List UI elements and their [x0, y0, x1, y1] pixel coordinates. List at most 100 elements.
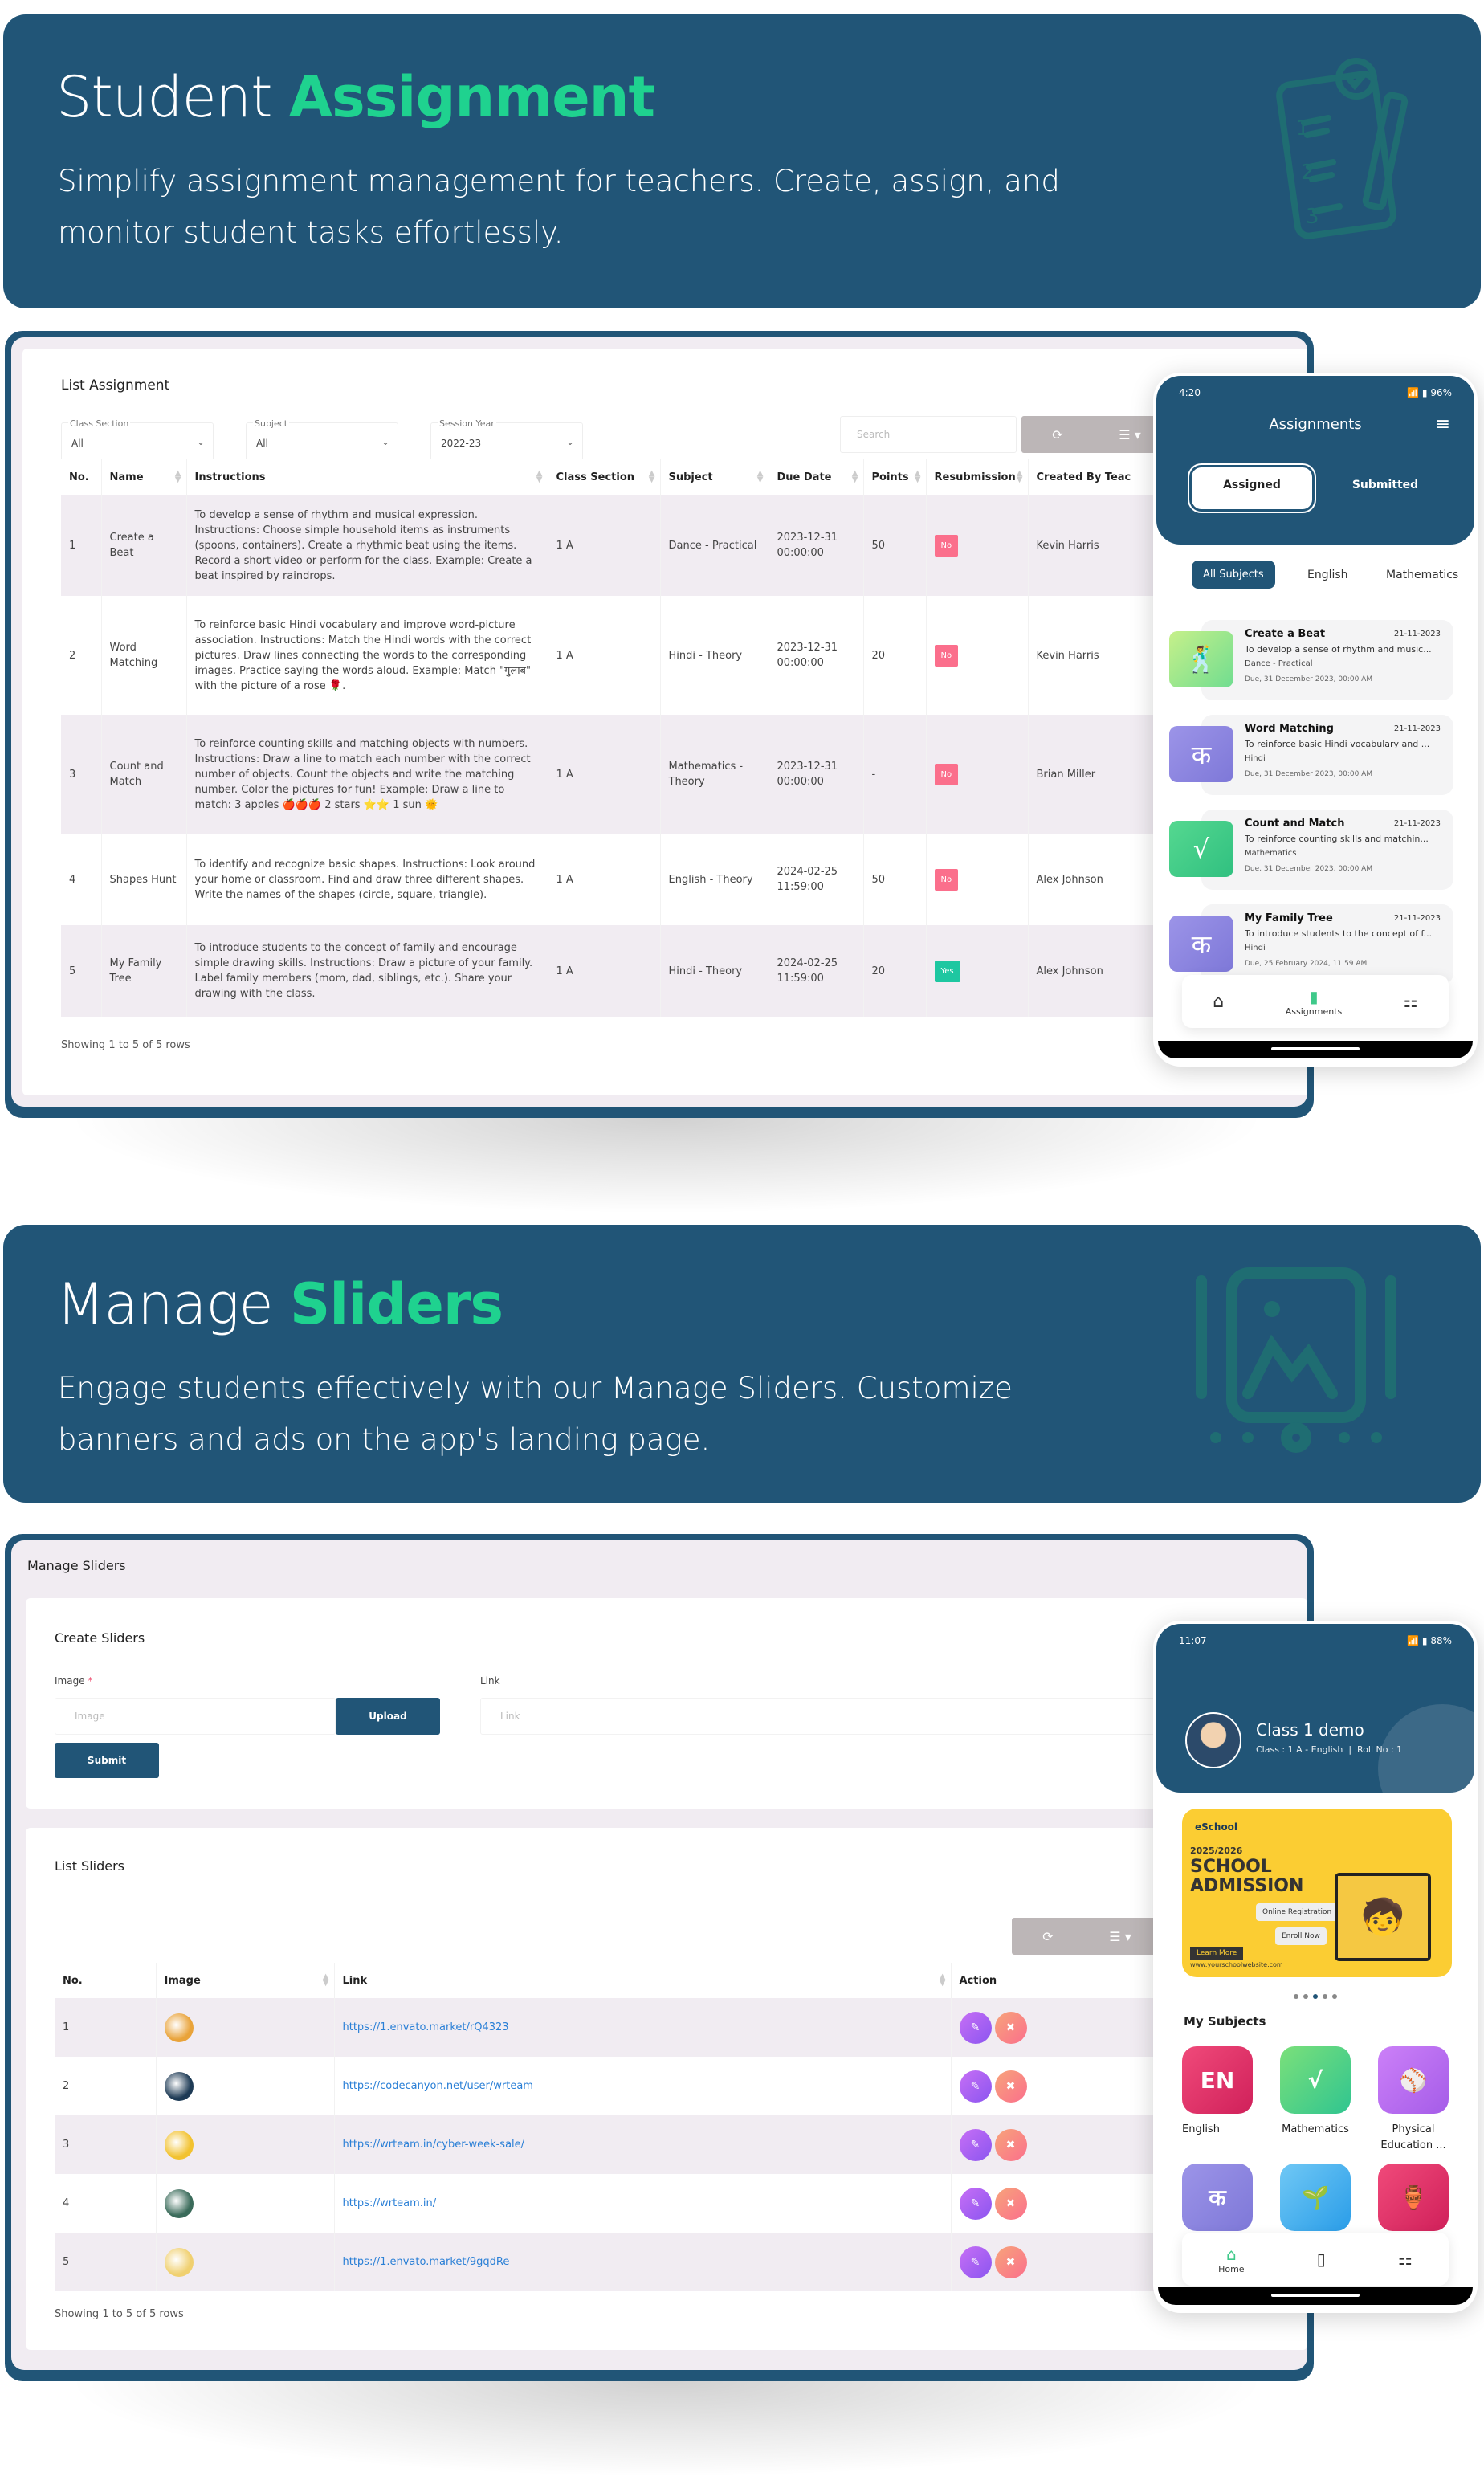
- card-due: Due, 31 December 2023, 00:00 AM: [1245, 865, 1373, 873]
- slider-thumbnail[interactable]: [164, 2130, 194, 2160]
- image-placeholder: Image: [75, 1711, 105, 1722]
- assignment-card[interactable]: क Word Matching 21-11-2023 To reinforce …: [1169, 715, 1462, 795]
- chip-all-subjects[interactable]: All Subjects: [1192, 561, 1275, 589]
- card-subject: Hindi: [1245, 944, 1266, 952]
- col-image[interactable]: Image ▲ ▼: [156, 1963, 335, 1998]
- chip-english[interactable]: English: [1307, 569, 1348, 581]
- banner-cta-enroll: Enroll Now: [1275, 1927, 1327, 1945]
- tab-assigned[interactable]: Assigned: [1192, 467, 1312, 509]
- carousel-dot-active[interactable]: [1313, 1994, 1318, 1999]
- col-subject[interactable]: Subject ▲ ▼: [660, 459, 769, 495]
- filter-icon[interactable]: ≡: [1436, 414, 1450, 434]
- subject-hindi[interactable]: क: [1182, 2164, 1253, 2231]
- subject-english[interactable]: EN English: [1182, 2046, 1253, 2138]
- upload-button[interactable]: Upload: [336, 1698, 440, 1735]
- student-assignment-banner: Student Assignment Simplify assignment m…: [3, 14, 1481, 308]
- slider-link[interactable]: https://1.envato.market/9gqdRe: [343, 2256, 510, 2268]
- status-time: 4:20: [1179, 387, 1201, 398]
- refresh-icon[interactable]: ⟳: [1012, 1929, 1084, 1944]
- cell-name: My Family Tree: [101, 925, 187, 1017]
- nav-more[interactable]: ⚏: [1398, 2249, 1413, 2269]
- carousel-dots: [1153, 1987, 1478, 2002]
- assignment-card[interactable]: √ Count and Match 21-11-2023 To reinforc…: [1169, 810, 1462, 890]
- status-time: 11:07: [1179, 1635, 1207, 1646]
- subject-physical-education[interactable]: ⚾ Physical Education ...: [1378, 2046, 1449, 2154]
- delete-button[interactable]: ✖: [994, 2187, 1027, 2220]
- delete-button[interactable]: ✖: [994, 2011, 1027, 2044]
- assignment-card[interactable]: क My Family Tree 21-11-2023 To introduce…: [1169, 904, 1462, 985]
- image-slider-icon: [1196, 1267, 1396, 1453]
- submit-button[interactable]: Submit: [55, 1743, 159, 1778]
- slider-thumbnail[interactable]: [164, 2013, 194, 2042]
- session-year-filter[interactable]: Session Year 2022-23 ⌄: [430, 418, 583, 461]
- delete-button[interactable]: ✖: [994, 2245, 1027, 2278]
- col-name[interactable]: Name ▲ ▼: [101, 459, 187, 495]
- cell-subject: Mathematics - Theory: [660, 715, 769, 834]
- card-subject: Hindi: [1245, 754, 1266, 763]
- cell-points: -: [863, 715, 927, 834]
- chip-mathematics[interactable]: Mathematics: [1386, 569, 1458, 581]
- cell-no: 3: [61, 715, 102, 834]
- col-label: Due Date: [777, 471, 832, 483]
- book-icon: ▯: [1316, 2249, 1326, 2269]
- subject-art[interactable]: 🏺: [1378, 2164, 1449, 2231]
- tab-submitted[interactable]: Submitted: [1325, 467, 1445, 509]
- slider-link[interactable]: https://1.envato.market/rQ4323: [343, 2021, 509, 2033]
- refresh-icon[interactable]: ⟳: [1021, 427, 1094, 443]
- student-name: Class 1 demo: [1256, 1720, 1364, 1740]
- col-no[interactable]: No.: [61, 459, 102, 495]
- slider-thumbnail[interactable]: [164, 2247, 194, 2277]
- edit-button[interactable]: ✎: [959, 2070, 992, 2103]
- slider-thumbnail[interactable]: [164, 2071, 194, 2101]
- svg-text:1: 1: [1296, 116, 1310, 141]
- slider-link[interactable]: https://wrteam.in/: [343, 2197, 437, 2209]
- col-resubmission[interactable]: Resubmission ▲ ▼: [926, 459, 1029, 495]
- edit-button[interactable]: ✎: [959, 2187, 992, 2220]
- slider-banner[interactable]: eSchool 2025/2026 SCHOOL ADMISSION Onlin…: [1182, 1809, 1452, 1977]
- carousel-dot[interactable]: [1323, 1994, 1327, 1999]
- carousel-dot[interactable]: [1294, 1994, 1298, 1999]
- subject-filter[interactable]: Subject All ⌄: [246, 418, 398, 461]
- avatar[interactable]: [1185, 1712, 1241, 1768]
- delete-button[interactable]: ✖: [994, 2070, 1027, 2103]
- list-assignment-card: List Assignment Class Section All ⌄ Subj…: [22, 349, 1307, 1095]
- card-subject: Dance - Practical: [1245, 659, 1313, 668]
- slider-thumbnail[interactable]: [164, 2188, 194, 2218]
- student-meta: Class : 1 A - English | Roll No : 1: [1256, 1744, 1403, 1755]
- edit-button[interactable]: ✎: [959, 2128, 992, 2161]
- col-class-section[interactable]: Class Section ▲ ▼: [548, 459, 661, 495]
- class-section-filter[interactable]: Class Section All ⌄: [61, 418, 214, 461]
- nav-assignments[interactable]: ▮ Assignments: [1286, 987, 1343, 1017]
- carousel-dot[interactable]: [1332, 1994, 1337, 1999]
- col-instructions[interactable]: Instructions ▲ ▼: [186, 459, 548, 495]
- image-input[interactable]: Image: [55, 1698, 336, 1735]
- filter-value: All: [256, 438, 268, 449]
- col-no[interactable]: No.: [55, 1963, 157, 1998]
- sort-icon: ▲ ▼: [756, 469, 764, 484]
- subject-mathematics[interactable]: √ Mathematics: [1280, 2046, 1351, 2138]
- my-subjects-title: My Subjects: [1184, 2014, 1266, 2029]
- edit-button[interactable]: ✎: [959, 2245, 992, 2278]
- subject-science[interactable]: 🌱: [1280, 2164, 1351, 2231]
- slider-link[interactable]: https://wrteam.in/cyber-week-sale/: [343, 2139, 525, 2151]
- nav-home[interactable]: ⌂ Home: [1218, 2245, 1244, 2274]
- carousel-dot[interactable]: [1303, 1994, 1308, 1999]
- assignment-card[interactable]: 🕺 Create a Beat 21-11-2023 To develop a …: [1169, 620, 1462, 700]
- cell-name: Count and Match: [101, 715, 187, 834]
- cell-due-date: 2023-12-31 00:00:00: [768, 495, 864, 596]
- search-input[interactable]: Search: [840, 416, 1017, 453]
- nav-label: Assignments: [1285, 1005, 1343, 1017]
- col-due-date[interactable]: Due Date ▲ ▼: [768, 459, 864, 495]
- columns-toggle-icon[interactable]: ☰ ▾: [1084, 1929, 1156, 1944]
- col-link[interactable]: Link ▲ ▼: [334, 1963, 952, 1998]
- nav-assignments[interactable]: ▯: [1317, 2249, 1326, 2269]
- col-points[interactable]: Points ▲ ▼: [863, 459, 927, 495]
- search-placeholder: Search: [857, 429, 891, 440]
- delete-button[interactable]: ✖: [994, 2128, 1027, 2161]
- nav-more[interactable]: ⚏: [1404, 992, 1418, 1011]
- cell-resubmission: No: [926, 834, 1029, 925]
- slider-link[interactable]: https://codecanyon.net/user/wrteam: [343, 2080, 533, 2092]
- cell-no: 1: [55, 1998, 157, 2057]
- nav-home[interactable]: ⌂: [1213, 992, 1224, 1012]
- edit-button[interactable]: ✎: [959, 2011, 992, 2044]
